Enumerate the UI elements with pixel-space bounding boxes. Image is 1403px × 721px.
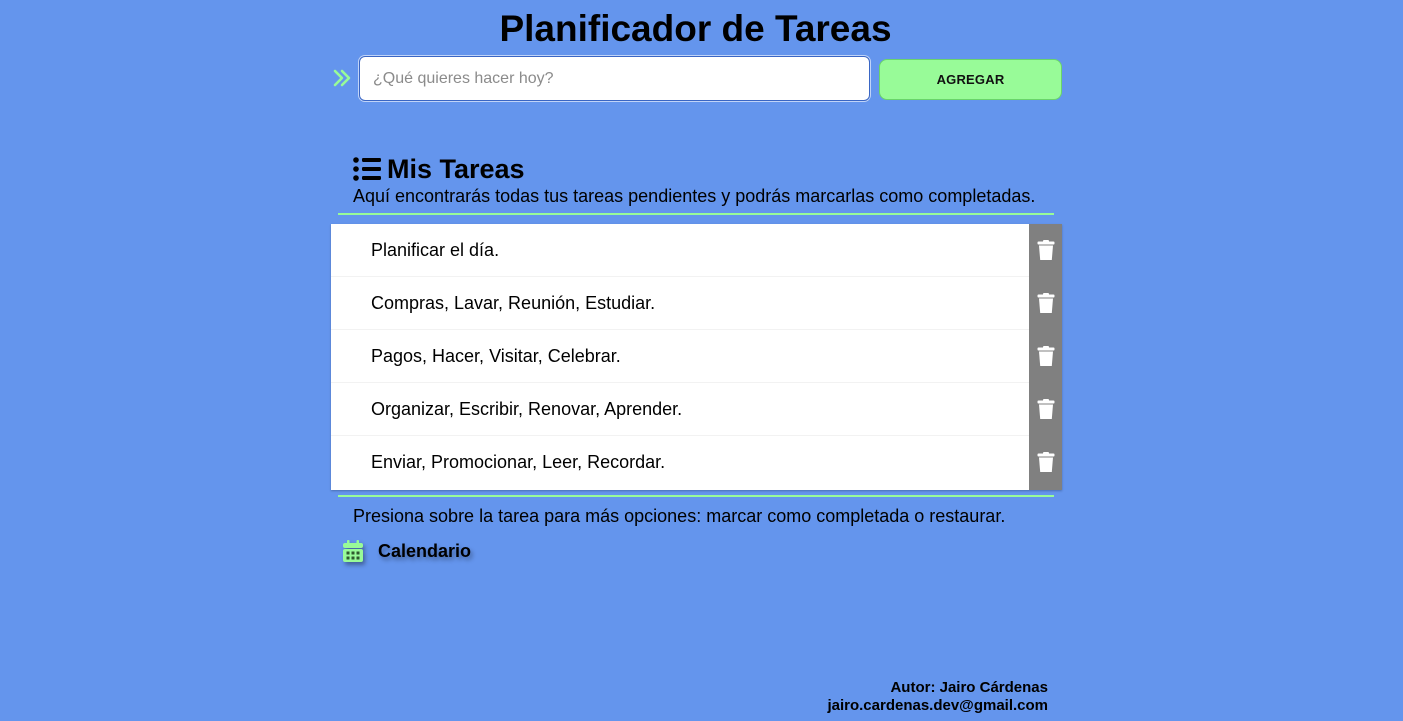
trash-icon <box>1037 346 1054 366</box>
delete-task-button[interactable] <box>1029 436 1062 489</box>
calendar-link[interactable]: Calendario <box>343 538 471 564</box>
trash-icon <box>1037 293 1054 313</box>
task-list: Planificar el día. Compras, Lavar, Reuni… <box>331 224 1062 490</box>
task-item[interactable]: Planificar el día. <box>331 224 1062 277</box>
trash-icon <box>1037 399 1054 419</box>
task-input[interactable] <box>359 56 870 101</box>
footer-author: Autor: Jairo Cárdenas <box>890 679 1048 696</box>
task-item[interactable]: Compras, Lavar, Reunión, Estudiar. <box>331 277 1062 330</box>
task-item[interactable]: Enviar, Promocionar, Leer, Recordar. <box>331 436 1062 489</box>
task-item[interactable]: Organizar, Escribir, Renovar, Aprender. <box>331 383 1062 436</box>
divider <box>338 495 1054 497</box>
calendar-icon <box>343 540 363 562</box>
double-chevron-right-icon <box>333 69 351 87</box>
task-label: Pagos, Hacer, Visitar, Celebrar. <box>371 346 621 366</box>
footer: Autor: Jairo Cárdenas jairo.cardenas.dev… <box>827 679 1048 715</box>
calendar-label: Calendario <box>378 540 472 561</box>
delete-task-button[interactable] <box>1029 330 1062 383</box>
delete-task-button[interactable] <box>1029 277 1062 330</box>
section-description: Aquí encontrarás todas tus tareas pendie… <box>353 186 1036 206</box>
task-label: Planificar el día. <box>371 240 500 260</box>
task-label: Compras, Lavar, Reunión, Estudiar. <box>371 293 656 313</box>
section-title: Mis Tareas <box>387 154 525 184</box>
task-item[interactable]: Pagos, Hacer, Visitar, Celebrar. <box>331 330 1062 383</box>
delete-task-button[interactable] <box>1029 383 1062 436</box>
footer-email: jairo.cardenas.dev@gmail.com <box>827 697 1048 714</box>
delete-task-button[interactable] <box>1029 224 1062 277</box>
add-task-button[interactable]: AGREGAR <box>879 59 1062 100</box>
task-hint: Presiona sobre la tarea para más opcione… <box>353 506 1006 526</box>
list-icon <box>353 157 381 181</box>
page-title: Planificador de Tareas <box>499 8 892 49</box>
trash-icon <box>1037 240 1054 260</box>
task-label: Enviar, Promocionar, Leer, Recordar. <box>371 452 666 472</box>
trash-icon <box>1037 452 1054 472</box>
task-label: Organizar, Escribir, Renovar, Aprender. <box>371 399 683 419</box>
divider <box>338 213 1054 215</box>
